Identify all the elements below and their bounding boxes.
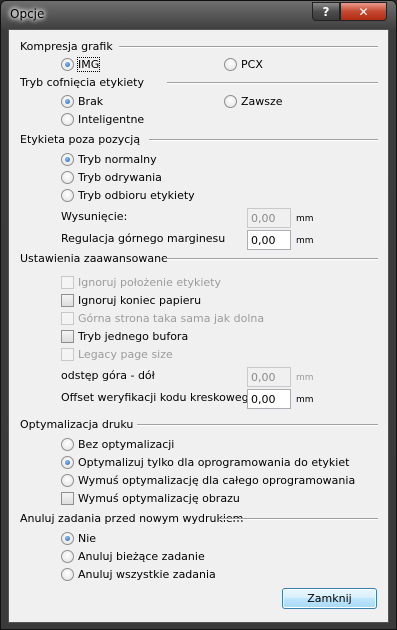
divider xyxy=(164,258,378,260)
radio-icon xyxy=(61,456,74,469)
checkbox-icon xyxy=(61,312,74,325)
title-bar[interactable]: Opcje ? ✕ xyxy=(1,1,396,29)
compression-img-radio[interactable]: IMG xyxy=(61,57,101,72)
normal-mode-radio[interactable]: Tryb normalny xyxy=(61,153,157,166)
radio-icon xyxy=(61,474,74,487)
close-icon: ✕ xyxy=(358,4,369,19)
retract-title: Tryb cofnięcia etykiety xyxy=(20,76,145,89)
no-optimization-radio[interactable]: Bez optymalizacji xyxy=(61,438,174,451)
radio-icon xyxy=(61,550,74,563)
radio-label: Anuluj wszystkie zadania xyxy=(78,568,216,581)
radio-icon xyxy=(61,568,74,581)
ignore-label-position-checkbox[interactable]: Ignoruj położenie etykiety xyxy=(61,276,221,289)
radio-label: Zawsze xyxy=(241,95,283,108)
options-dialog: Opcje ? ✕ Kompresja grafik IMG PCX Tryb … xyxy=(0,0,397,630)
radio-label: Inteligentne xyxy=(78,113,145,126)
advanced-title: Ustawienia zaawansowane xyxy=(20,252,168,265)
radio-icon xyxy=(224,95,237,108)
cancel-jobs-title: Anuluj zadania przed nowym wydrukiem xyxy=(20,512,244,525)
divider xyxy=(137,424,378,426)
radio-label: Optymalizuj tylko dla oprogramowania do … xyxy=(78,456,350,469)
radio-label: IMG xyxy=(76,57,101,72)
peel-off-mode-radio[interactable]: Tryb odbioru etykiety xyxy=(61,189,195,202)
checkbox-label: Ignoruj położenie etykiety xyxy=(78,276,221,289)
radio-label: Nie xyxy=(78,532,97,545)
divider xyxy=(219,518,378,520)
radio-icon xyxy=(224,58,237,71)
radio-label: Tryb normalny xyxy=(78,153,157,166)
radio-label: Tryb odrywania xyxy=(78,171,162,184)
radio-label: Anuluj bieżące zadanie xyxy=(78,550,205,563)
checkbox-label: Górna strona taka sama jak dolna xyxy=(78,312,265,325)
radio-label: Wymuś optymalizację dla całego oprogramo… xyxy=(78,474,356,487)
close-button[interactable]: Zamknij xyxy=(282,588,377,609)
radio-icon xyxy=(61,113,74,126)
out-of-position-title: Etykieta poza pozycją xyxy=(20,133,141,146)
checkbox-icon xyxy=(61,348,74,361)
radio-label: Bez optymalizacji xyxy=(78,438,175,451)
extension-field[interactable] xyxy=(247,208,291,228)
top-margin-unit: mm xyxy=(296,236,314,246)
legacy-page-size-checkbox[interactable]: Legacy page size xyxy=(61,348,173,361)
cancel-current-radio[interactable]: Anuluj bieżące zadanie xyxy=(61,550,205,563)
retract-always-radio[interactable]: Zawsze xyxy=(224,95,283,108)
retract-none-radio[interactable]: Brak xyxy=(61,95,103,108)
checkbox-icon xyxy=(61,276,74,289)
top-margin-label: Regulacja górnego marginesu xyxy=(61,232,226,245)
radio-icon xyxy=(61,153,74,166)
barcode-offset-label: Offset weryfikacji kodu kreskowego xyxy=(61,391,256,404)
top-same-as-bottom-checkbox[interactable]: Górna strona taka sama jak dolna xyxy=(61,312,264,325)
radio-label: PCX xyxy=(241,58,263,71)
checkbox-label: Ignoruj koniec papieru xyxy=(78,294,202,307)
checkbox-label: Tryb jednego bufora xyxy=(78,330,189,343)
compression-pcx-radio[interactable]: PCX xyxy=(224,58,263,71)
tear-off-mode-radio[interactable]: Tryb odrywania xyxy=(61,171,162,184)
barcode-offset-unit: mm xyxy=(296,395,314,405)
dialog-content: Kompresja grafik IMG PCX Tryb cofnięcia … xyxy=(8,29,389,623)
extension-unit: mm xyxy=(296,214,314,224)
top-margin-field[interactable] xyxy=(247,230,291,250)
ignore-paper-end-checkbox[interactable]: Ignoruj koniec papieru xyxy=(61,294,201,307)
compression-title: Kompresja grafik xyxy=(20,40,113,53)
checkbox-icon xyxy=(61,492,74,505)
radio-label: Brak xyxy=(78,95,104,108)
radio-icon xyxy=(61,438,74,451)
checkbox-label: Wymuś optymalizację obrazu xyxy=(78,492,240,505)
radio-label: Tryb odbioru etykiety xyxy=(78,189,195,202)
radio-icon xyxy=(61,171,74,184)
retract-smart-radio[interactable]: Inteligentne xyxy=(61,113,144,126)
optimize-label-software-radio[interactable]: Optymalizuj tylko dla oprogramowania do … xyxy=(61,456,349,469)
checkbox-label: Legacy page size xyxy=(78,348,173,361)
extension-label: Wysunięcie: xyxy=(61,210,128,223)
gap-field[interactable] xyxy=(247,367,291,387)
gap-unit: mm xyxy=(296,373,314,383)
window-title: Opcje xyxy=(10,7,45,21)
gap-label: odstęp góra - dół xyxy=(61,369,155,382)
checkbox-icon xyxy=(61,294,74,307)
divider xyxy=(149,139,378,141)
cancel-all-radio[interactable]: Anuluj wszystkie zadania xyxy=(61,568,216,581)
window-close-button[interactable]: ✕ xyxy=(340,2,387,21)
barcode-offset-field[interactable] xyxy=(247,389,291,409)
optimize-all-software-radio[interactable]: Wymuś optymalizację dla całego oprogramo… xyxy=(61,474,355,487)
cancel-none-radio[interactable]: Nie xyxy=(61,532,96,545)
divider xyxy=(119,46,378,48)
radio-icon xyxy=(61,95,74,108)
force-image-optimization-checkbox[interactable]: Wymuś optymalizację obrazu xyxy=(61,492,240,505)
radio-icon xyxy=(61,189,74,202)
divider xyxy=(167,82,378,84)
help-button[interactable]: ? xyxy=(312,2,340,21)
radio-icon xyxy=(61,58,74,71)
checkbox-icon xyxy=(61,330,74,343)
print-optimization-title: Optymalizacja druku xyxy=(20,418,134,431)
help-icon: ? xyxy=(322,4,330,19)
radio-icon xyxy=(61,532,74,545)
single-buffer-checkbox[interactable]: Tryb jednego bufora xyxy=(61,330,188,343)
